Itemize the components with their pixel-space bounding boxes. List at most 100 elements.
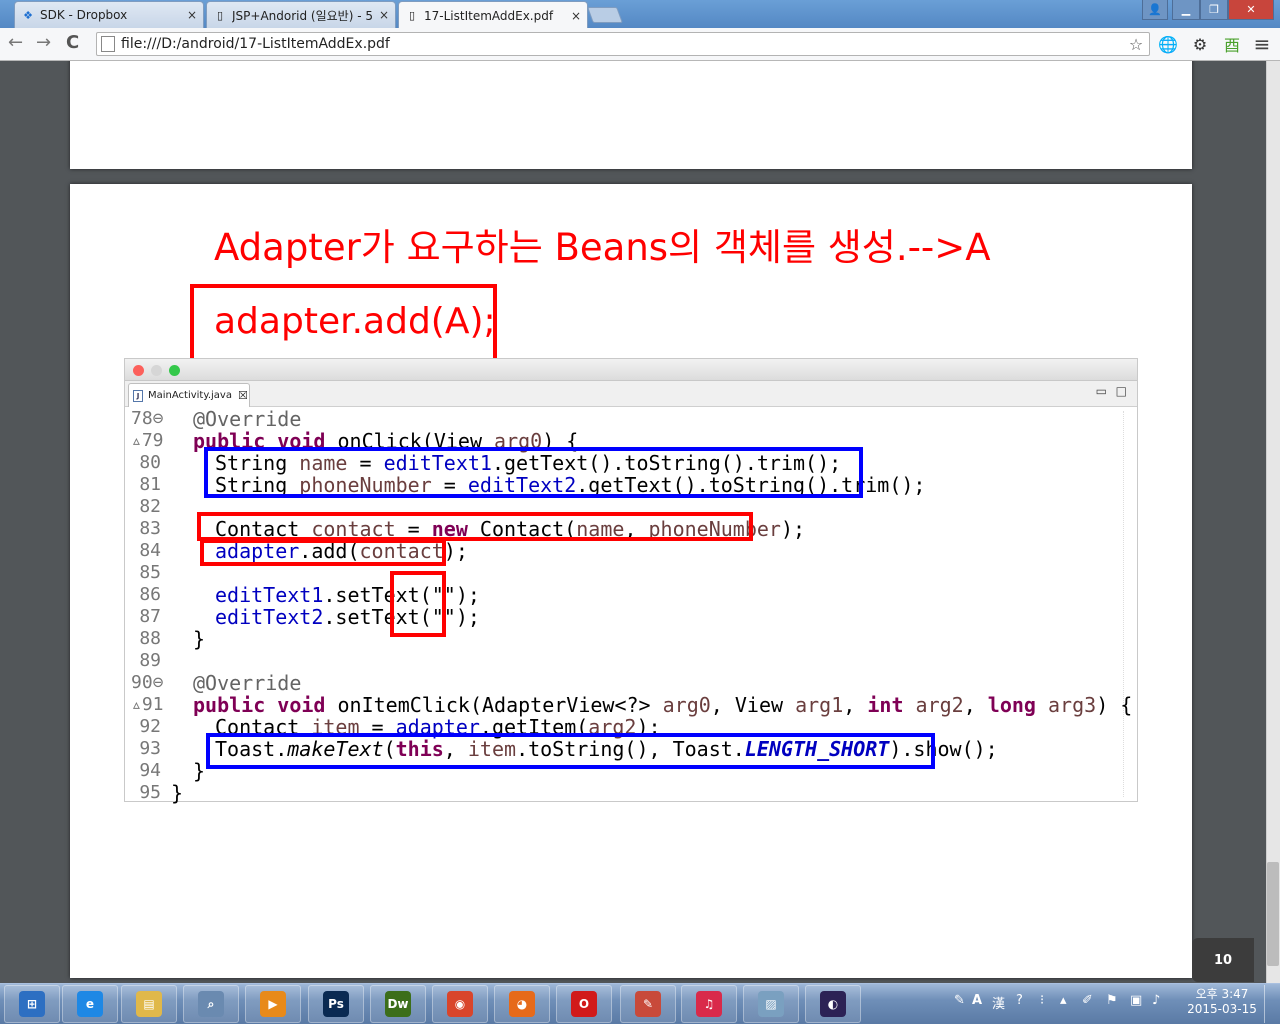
tray-language-icon[interactable]: ✎ <box>954 993 965 1008</box>
tab-pdf[interactable]: ▯ 17-ListItemAddEx.pdf × <box>398 1 588 29</box>
clock-time: 오후 3:47 <box>1195 987 1249 1001</box>
line-number: 83 <box>139 518 161 539</box>
scrollbar-thumb[interactable] <box>1267 862 1279 966</box>
minimize-button[interactable]: ▁ <box>1172 0 1200 20</box>
extension-icon[interactable]: ⾣ <box>1222 34 1242 55</box>
highlight-box-red <box>197 512 753 541</box>
notepad-app-icon: ✎ <box>635 991 661 1017</box>
pen-icon[interactable]: ✐ <box>1082 993 1093 1008</box>
line-number: 90⊖ <box>131 672 164 693</box>
page-icon: ▯ <box>216 8 224 22</box>
tab-close-icon: ☒ <box>237 389 248 402</box>
start-button[interactable]: ⊞ <box>4 985 60 1023</box>
search-tool-button[interactable]: ⌕ <box>183 985 239 1023</box>
line-number: 81 <box>139 474 161 495</box>
address-bar[interactable]: file:///D:/android/17-ListItemAddEx.pdf <box>96 32 1150 56</box>
line-number: 93 <box>139 738 161 759</box>
tray-ime-indicator[interactable]: 漢 <box>992 993 1005 1012</box>
reload-button[interactable]: C <box>66 33 79 53</box>
show-desktop-button[interactable] <box>1264 985 1278 1023</box>
highlight-box-red <box>390 571 446 637</box>
line-number: 86 <box>139 584 161 605</box>
minimize-view-icon: ▭ <box>1095 384 1107 398</box>
menu-icon[interactable]: ≡ <box>1252 32 1272 56</box>
editor-tabbar: J MainActivity.java ☒ ▭ □ <box>125 381 1137 407</box>
notes-app-button[interactable]: ▨ <box>743 985 799 1023</box>
pdf-page-previous <box>70 61 1192 169</box>
tab-dropbox[interactable]: ❖ SDK - Dropbox × <box>14 1 204 28</box>
editor-tab-label: MainActivity.java <box>148 390 232 401</box>
line-number: 80 <box>139 452 161 473</box>
slide-code-line: adapter.add(A); <box>214 301 496 342</box>
start-button: ⊞ <box>19 991 45 1017</box>
code-line: } <box>171 781 184 805</box>
line-number: ▵91 <box>131 694 164 715</box>
line-number: 88 <box>139 628 161 649</box>
zoom-dot-icon <box>169 365 180 376</box>
tray-options-icon[interactable]: ⁝ <box>1040 993 1044 1008</box>
itunes-icon: ♫ <box>696 991 722 1017</box>
new-tab-button[interactable] <box>587 7 623 23</box>
clock-date: 2015-03-15 <box>1187 1002 1257 1016</box>
dreamweaver-icon: Dw <box>385 991 411 1017</box>
chrome-icon: ◉ <box>447 991 473 1017</box>
tab-jsp-android[interactable]: ▯ JSP+Andorid (일요반) - 5 × <box>206 1 396 28</box>
vertical-scrollbar[interactable] <box>1266 61 1280 983</box>
overview-ruler <box>1123 411 1133 797</box>
page-icon <box>101 36 115 52</box>
dropbox-icon: ❖ <box>23 8 33 22</box>
line-number: 95 <box>139 782 161 803</box>
tab-close-icon[interactable]: × <box>379 8 389 22</box>
highlight-box-blue <box>206 733 935 769</box>
editor-titlebar <box>125 359 1137 381</box>
notes-app-icon: ▨ <box>758 991 784 1017</box>
code-line: @Override <box>193 671 302 695</box>
notepad-app-button[interactable]: ✎ <box>620 985 676 1023</box>
file-explorer-button[interactable]: ▤ <box>121 985 177 1023</box>
eclipse-button[interactable]: ◐ <box>805 985 861 1023</box>
tab-close-icon[interactable]: × <box>187 8 197 22</box>
user-icon[interactable]: 👤 <box>1142 0 1168 20</box>
photoshop-button[interactable]: Ps <box>308 985 364 1023</box>
line-number: 94 <box>139 760 161 781</box>
java-file-icon: J <box>133 389 143 402</box>
line-number: 78⊖ <box>131 408 164 429</box>
show-hidden-icons[interactable]: ▴ <box>1060 993 1067 1008</box>
dreamweaver-button[interactable]: Dw <box>370 985 426 1023</box>
line-number: 89 <box>139 650 161 671</box>
line-number: 84 <box>139 540 161 561</box>
slide-heading: Adapter가 요구하는 Beans의 객체를 생성.-->A <box>214 226 991 269</box>
media-player-button[interactable]: ▶ <box>245 985 301 1023</box>
help-icon[interactable]: ? <box>1016 993 1023 1008</box>
tab-label: SDK - Dropbox <box>40 8 128 22</box>
restore-button[interactable]: ❐ <box>1200 0 1228 20</box>
opera-button[interactable]: O <box>556 985 612 1023</box>
photoshop-icon: Ps <box>323 991 349 1017</box>
bookmark-star-icon[interactable]: ☆ <box>1126 34 1146 54</box>
tab-close-icon[interactable]: × <box>571 9 581 23</box>
itunes-button[interactable]: ♫ <box>681 985 737 1023</box>
close-dot-icon <box>133 365 144 376</box>
tray-lang-indicator[interactable]: A <box>972 993 982 1008</box>
clock[interactable]: 오후 3:47 2015-03-15 <box>1186 987 1258 1017</box>
volume-icon[interactable]: ♪ <box>1152 993 1160 1008</box>
firefox-button[interactable]: ◕ <box>494 985 550 1023</box>
page-number-indicator: 10 <box>1192 938 1254 982</box>
chrome-button[interactable]: ◉ <box>432 985 488 1023</box>
close-window-button[interactable]: ✕ <box>1228 0 1274 20</box>
line-number: 92 <box>139 716 161 737</box>
line-number: 82 <box>139 496 161 517</box>
internet-explorer-button[interactable]: e <box>62 985 118 1023</box>
line-number: 87 <box>139 606 161 627</box>
gear-icon[interactable]: ⚙ <box>1190 34 1210 54</box>
code-line: } <box>193 627 206 651</box>
code-line: public void onItemClick(AdapterView<?> a… <box>193 693 1133 717</box>
globe-icon[interactable]: 🌐 <box>1158 34 1178 54</box>
network-icon[interactable]: ▣ <box>1130 993 1142 1008</box>
editor-tab: J MainActivity.java ☒ <box>128 383 250 407</box>
url-text: file:///D:/android/17-ListItemAddEx.pdf <box>121 36 390 52</box>
back-button[interactable]: ← <box>8 33 23 53</box>
highlight-box-red <box>200 539 446 566</box>
forward-button[interactable]: → <box>36 33 51 53</box>
flag-icon[interactable]: ⚑ <box>1106 993 1118 1008</box>
